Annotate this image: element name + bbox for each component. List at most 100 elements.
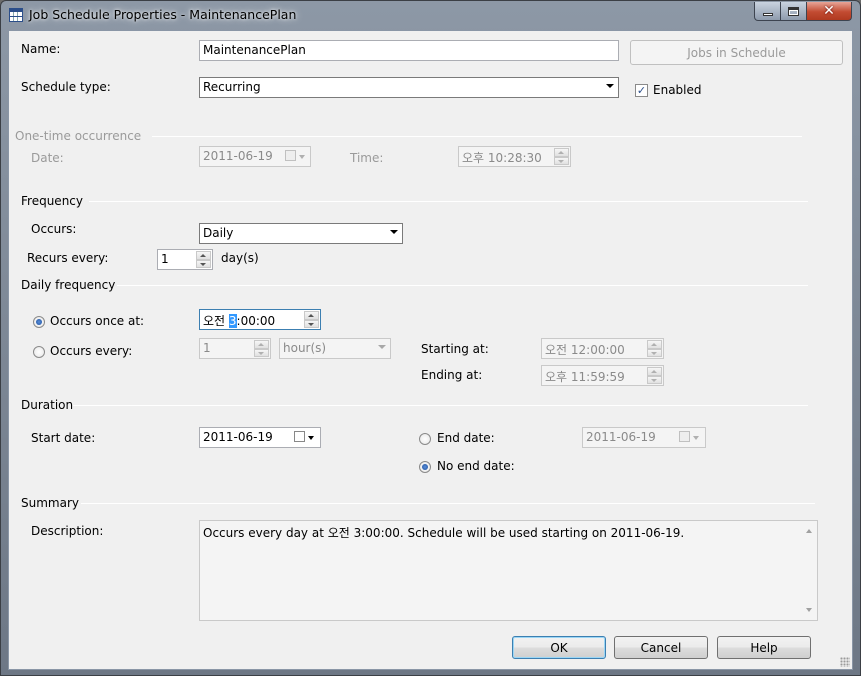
occurs-every-value: 1 <box>203 341 211 355</box>
chevron-down-icon <box>606 84 614 88</box>
occurs-every-spinner[interactable] <box>254 340 269 357</box>
occurs-every-label: Occurs every: <box>50 344 133 358</box>
ending-at-spinner[interactable] <box>647 367 662 384</box>
table-icon <box>9 8 23 22</box>
occurs-select[interactable]: Daily <box>199 223 403 244</box>
duration-group-label: Duration <box>21 398 74 412</box>
scroll-down-icon <box>806 608 812 612</box>
one-time-group-label: One-time occurrence <box>15 129 142 143</box>
schedule-type-label: Schedule type: <box>21 80 111 94</box>
resize-grip-icon[interactable] <box>840 657 850 667</box>
description-textarea[interactable]: Occurs every day at 오전 3:00:00. Schedule… <box>199 520 818 621</box>
ending-at-field[interactable]: 오후 11:59:59 <box>541 365 664 386</box>
spin-up-icon <box>304 311 319 320</box>
scroll-up-icon <box>806 529 812 533</box>
description-scrollbar[interactable] <box>801 521 817 620</box>
occurs-every-unit-select[interactable]: hour(s) <box>279 338 391 359</box>
enabled-label: Enabled <box>653 83 702 97</box>
one-time-time-label: Time: <box>350 151 384 165</box>
daily-frequency-group-label: Daily frequency <box>21 278 116 292</box>
occurs-once-hour-selected: 3 <box>228 314 237 328</box>
window-title: Job Schedule Properties - MaintenancePla… <box>29 7 297 22</box>
occurs-once-time-field[interactable]: 오전 3:00:00 <box>199 309 321 330</box>
occurs-label: Occurs: <box>31 222 77 236</box>
start-date-label: Start date: <box>31 431 96 445</box>
schedule-type-value: Recurring <box>203 80 261 94</box>
name-field[interactable]: MaintenancePlan <box>199 40 619 61</box>
end-date-label: End date: <box>437 431 495 445</box>
recurs-every-label: Recurs every: <box>27 251 109 265</box>
one-time-time-field[interactable]: 오후 10:28:30 <box>458 146 571 167</box>
summary-divider <box>81 503 815 504</box>
one-time-date-picker[interactable]: 2011-06-19 <box>199 146 311 167</box>
chevron-down-icon <box>299 155 305 159</box>
spin-up-icon <box>196 251 211 260</box>
dialog-client-area: Name: MaintenancePlan Jobs in Schedule S… <box>8 30 853 670</box>
cancel-button[interactable]: Cancel <box>614 636 708 659</box>
end-date-value: 2011-06-19 <box>586 430 656 444</box>
occurs-once-suffix: :00:00 <box>236 314 276 328</box>
maximize-button[interactable] <box>780 2 807 21</box>
chevron-down-icon <box>693 436 699 440</box>
recurs-every-value: 1 <box>161 252 169 266</box>
frequency-divider <box>89 201 808 202</box>
dialog-window: Job Schedule Properties - MaintenancePla… <box>0 0 861 676</box>
chevron-down-icon <box>390 230 398 234</box>
ending-at-label: Ending at: <box>421 368 483 382</box>
maximize-icon <box>788 6 799 16</box>
spin-up-icon <box>554 148 569 157</box>
occurs-once-spinner[interactable] <box>304 311 319 328</box>
one-time-date-label: Date: <box>31 151 64 165</box>
starting-at-spinner[interactable] <box>647 340 662 357</box>
title-bar[interactable]: Job Schedule Properties - MaintenancePla… <box>1 1 860 30</box>
recurs-unit-label: day(s) <box>221 251 259 265</box>
occurs-once-radio[interactable] <box>33 316 45 328</box>
starting-at-field[interactable]: 오전 12:00:00 <box>541 338 664 359</box>
occurs-every-radio[interactable] <box>33 346 45 358</box>
duration-divider <box>73 405 808 406</box>
occurs-value: Daily <box>203 226 234 240</box>
start-date-picker[interactable]: 2011-06-19 <box>199 427 321 448</box>
occurs-once-prefix: 오전 <box>203 314 229 328</box>
end-date-radio[interactable] <box>419 433 431 445</box>
one-time-date-value: 2011-06-19 <box>203 149 273 163</box>
minimize-button[interactable] <box>754 2 781 21</box>
chevron-down-icon <box>308 436 314 440</box>
time-spinner[interactable] <box>554 148 569 165</box>
occurs-every-unit-value: hour(s) <box>283 341 327 355</box>
occurs-once-label: Occurs once at: <box>50 314 145 328</box>
calendar-icon <box>679 431 690 442</box>
help-button[interactable]: Help <box>717 636 811 659</box>
ending-at-value: 오후 11:59:59 <box>545 370 625 384</box>
recurs-every-field[interactable]: 1 <box>157 249 213 270</box>
spin-up-icon <box>647 367 662 376</box>
start-date-value: 2011-06-19 <box>203 430 273 444</box>
chevron-down-icon <box>378 345 386 349</box>
end-date-picker[interactable]: 2011-06-19 <box>582 427 706 448</box>
starting-at-value: 오전 12:00:00 <box>545 343 625 357</box>
spin-down-icon <box>304 319 319 328</box>
description-text: Occurs every day at 오전 3:00:00. Schedule… <box>203 526 685 540</box>
enabled-checkbox[interactable]: ✓ <box>635 84 648 97</box>
jobs-in-schedule-button[interactable]: Jobs in Schedule <box>630 40 843 65</box>
name-label: Name: <box>21 42 61 56</box>
spin-up-icon <box>254 340 269 349</box>
recurs-spinner[interactable] <box>196 251 211 268</box>
spin-down-icon <box>254 348 269 357</box>
one-time-divider <box>152 136 802 137</box>
schedule-type-select[interactable]: Recurring <box>199 77 619 98</box>
close-button[interactable]: ✕ <box>806 2 852 21</box>
daily-frequency-divider <box>117 285 808 286</box>
description-label: Description: <box>31 524 104 538</box>
close-icon: ✕ <box>823 3 835 19</box>
no-end-date-radio[interactable] <box>419 461 431 473</box>
minimize-icon <box>762 12 773 16</box>
calendar-icon <box>294 431 305 442</box>
occurs-every-field[interactable]: 1 <box>199 338 271 359</box>
one-time-time-value: 오후 10:28:30 <box>462 151 542 165</box>
ok-button[interactable]: OK <box>512 636 606 659</box>
summary-group-label: Summary <box>21 496 79 510</box>
spin-up-icon <box>647 340 662 349</box>
calendar-icon <box>285 150 296 161</box>
no-end-date-label: No end date: <box>437 459 515 473</box>
